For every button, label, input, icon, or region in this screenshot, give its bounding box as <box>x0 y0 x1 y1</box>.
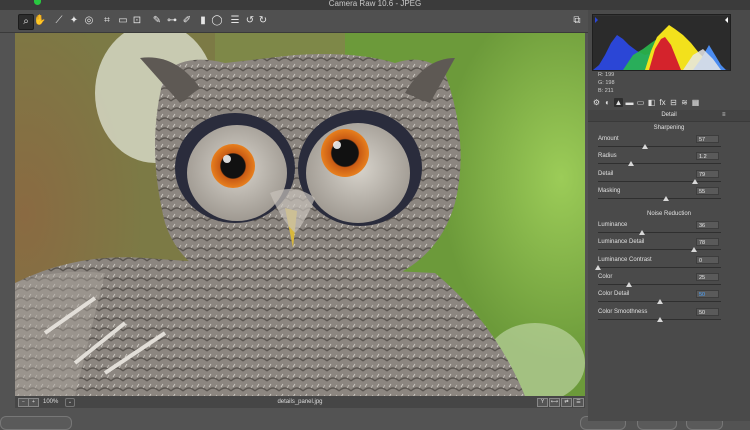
graduated-filter-tool[interactable]: ▮ <box>196 14 210 28</box>
status-bar: − + 100% ⌄ details_panel.jpg Y ⟷ ⇄ ☰ <box>15 396 585 408</box>
luminance-slider-thumb[interactable] <box>639 230 646 235</box>
radius-slider-track[interactable] <box>598 163 721 165</box>
noise-heading: Noise Reduction <box>646 211 692 217</box>
luminance-slider-track[interactable] <box>598 232 721 233</box>
tab-effects-icon[interactable]: fx <box>658 98 667 107</box>
image-preview[interactable] <box>15 33 585 396</box>
radius-value-field[interactable]: 1.2 <box>696 152 719 161</box>
luminance-label: Luminance <box>598 222 628 228</box>
before-after-swap-button[interactable]: ⟷ <box>549 398 560 407</box>
luminance-detail-label: Luminance Detail <box>598 239 645 246</box>
luminance-detail-slider-track[interactable] <box>598 249 721 251</box>
radius-label: Radius <box>598 153 617 160</box>
panel-tabs: ⚙ ◐ ▲ ▬ ▭ ◧ fx ⊟ ≋ ▦ <box>588 97 750 111</box>
tab-split-toning-icon[interactable]: ▭ <box>636 98 645 107</box>
window-title: Camera Raw 10.6 - JPEG <box>328 0 422 8</box>
detail-value-field[interactable]: 79 <box>696 169 719 178</box>
fullscreen-button[interactable]: ⧉ <box>570 14 584 28</box>
readout-b: B: 211 <box>598 88 614 94</box>
rotate-right-tool[interactable]: ↻ <box>256 14 270 28</box>
amount-value-field[interactable]: 57 <box>696 135 719 143</box>
luminance-contrast-slider-track[interactable] <box>598 266 721 268</box>
color-sampler-tool[interactable]: ✦ <box>67 14 81 28</box>
amount-slider-track[interactable] <box>598 146 721 147</box>
color-smoothness-label: Color Smoothness <box>598 308 648 315</box>
color-label: Color <box>598 273 613 280</box>
tab-basic-icon[interactable]: ⚙ <box>592 98 601 107</box>
color-slider-track[interactable] <box>598 283 721 285</box>
luminance-value-field[interactable]: 36 <box>696 221 719 229</box>
preview-settings-button[interactable]: ☰ <box>573 398 584 407</box>
targeted-adjustment-tool[interactable]: ◎ <box>82 14 96 28</box>
readout-r: R: 199 <box>598 72 615 78</box>
luminance-detail-value-field[interactable]: 78 <box>696 238 719 247</box>
white-balance-tool[interactable]: ⟋ <box>52 14 66 28</box>
transform-tool[interactable]: ⊡ <box>130 14 144 28</box>
save-image-button[interactable] <box>0 416 72 430</box>
adjustment-brush-tool[interactable]: ✐ <box>180 14 194 28</box>
tab-lens-corrections-icon[interactable]: ◧ <box>647 98 656 107</box>
hand-tool[interactable]: ✋ <box>33 14 47 28</box>
before-after-toggle-button[interactable]: Y <box>537 398 548 407</box>
tab-presets-icon[interactable]: ≋ <box>680 98 689 107</box>
color-detail-label: Color Detail <box>598 291 630 298</box>
detail-slider-track[interactable] <box>598 180 721 182</box>
copy-settings-button[interactable]: ⇄ <box>561 398 572 407</box>
luminance-contrast-value-field[interactable]: 0 <box>696 255 719 264</box>
color-smoothness-value-field[interactable]: 50 <box>696 307 719 316</box>
luminance-contrast-label: Luminance Contrast <box>598 256 652 263</box>
file-name: details_panel.jpg <box>277 399 323 405</box>
detail-slider-thumb[interactable] <box>692 178 699 184</box>
masking-slider-track[interactable] <box>598 197 721 199</box>
readout-g: G: 198 <box>598 80 615 86</box>
amount-label: Amount <box>598 136 619 142</box>
straighten-tool[interactable]: ▭ <box>116 14 130 28</box>
color-smoothness-slider-thumb[interactable] <box>656 316 663 322</box>
radius-slider-thumb[interactable] <box>628 161 635 167</box>
preferences-tool[interactable]: ☰ <box>228 14 242 28</box>
tab-tone-curve-icon[interactable]: ◐ <box>603 98 612 107</box>
color-detail-slider-thumb[interactable] <box>656 299 663 305</box>
masking-slider-thumb[interactable] <box>662 195 669 201</box>
amount-slider-thumb[interactable] <box>641 144 648 149</box>
color-value-field[interactable]: 25 <box>696 272 719 281</box>
adjustment-panel: R: 199 G: 198 B: 211 ⚙ ◐ ▲ ▬ ▭ ◧ fx ⊟ ≋ ▦ Detail … <box>588 10 750 421</box>
sharpening-heading: Sharpening <box>653 125 685 131</box>
panel-menu-icon[interactable]: ≡ <box>722 112 728 118</box>
tab-snapshots-icon[interactable]: ▦ <box>691 98 700 107</box>
histogram <box>592 14 731 71</box>
tab-detail-icon[interactable]: ▲ <box>614 98 623 107</box>
luminance-detail-slider-thumb[interactable] <box>690 247 697 253</box>
color-detail-value-field[interactable]: 50 <box>696 290 719 299</box>
red-eye-tool[interactable]: ⊶ <box>165 14 179 28</box>
rotate-left-tool[interactable]: ↺ <box>243 14 257 28</box>
zoom-tool[interactable]: ⌕ <box>18 14 34 30</box>
luminance-contrast-slider-thumb[interactable] <box>595 264 601 270</box>
radial-filter-tool[interactable]: ◯ <box>210 14 224 28</box>
masking-label: Masking <box>598 187 621 194</box>
tab-hsl-icon[interactable]: ▬ <box>625 98 634 107</box>
color-slider-thumb[interactable] <box>625 281 632 287</box>
masking-value-field[interactable]: 55 <box>696 186 719 195</box>
histogram-graph <box>593 14 730 70</box>
spot-removal-tool[interactable]: ✎ <box>150 14 164 28</box>
owl-photo <box>15 33 585 396</box>
crop-tool[interactable]: ⌗ <box>100 14 114 28</box>
detail-label: Detail <box>598 170 614 177</box>
tab-calibration-icon[interactable]: ⊟ <box>669 98 678 107</box>
